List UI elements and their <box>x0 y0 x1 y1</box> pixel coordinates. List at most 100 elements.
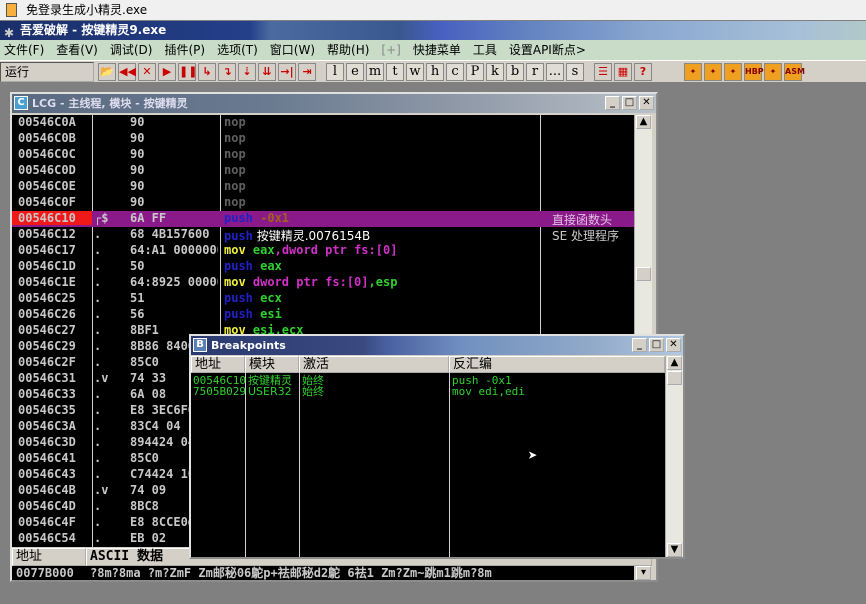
menu-item[interactable]: 插件(P) <box>164 40 205 60</box>
toolbar-window-button[interactable]: s <box>566 62 584 81</box>
disasm-row[interactable]: 00546C10 ┌$ 6A FF push -0x1 直接函数头 <box>12 211 634 227</box>
step-into-button[interactable]: ↳ <box>198 62 216 81</box>
disasm-row[interactable]: 00546C1E . 64:8925 00000000 mov dword ptr … <box>12 275 634 291</box>
run-button[interactable]: ▶ <box>158 62 176 81</box>
menu-item[interactable]: 查看(V) <box>56 40 98 60</box>
close-button[interactable]: ✕ <box>639 96 654 110</box>
disasm-token: 按键精灵.0076154B <box>252 229 371 243</box>
toolbar-window-button[interactable]: t <box>386 62 404 81</box>
close-button[interactable]: ✕ <box>666 338 681 352</box>
menu-item[interactable]: 选项(T) <box>217 40 258 60</box>
menu-item[interactable]: 工具 <box>473 40 497 60</box>
disassembly: push eax <box>224 259 282 273</box>
goto-button[interactable]: ⇥ <box>298 62 316 81</box>
menu-item[interactable]: 帮助(H) <box>327 40 369 60</box>
address: 00546C35 <box>18 403 76 417</box>
jump-marker: . <box>94 275 102 289</box>
close-button[interactable]: ✕ <box>138 62 156 81</box>
breakpoint-row[interactable]: 7505B029 USER32 始终 mov edi,edi <box>191 386 665 397</box>
disassembly: nop <box>224 195 246 209</box>
list-button[interactable]: ☰ <box>594 62 612 81</box>
disasm-row[interactable]: 00546C12 . 68 4B157600 push 按键精灵.0076154B S… <box>12 227 634 243</box>
help-icon: ? <box>639 64 647 78</box>
bp-col-header[interactable]: 地址 <box>191 356 245 373</box>
pause-button[interactable]: ❚❚ <box>178 62 197 81</box>
breakpoints-titlebar[interactable]: B Breakpoints _ □ ✕ <box>191 336 683 355</box>
dump-address: 0077B000 <box>16 566 74 580</box>
hex-dump: 64:8925 00000000 <box>130 275 218 289</box>
plugin-asm-button[interactable]: ASM <box>784 62 805 81</box>
maximize-button[interactable]: □ <box>622 96 637 110</box>
menu-item[interactable]: 文件(F) <box>4 40 44 60</box>
plugin-5-icon[interactable]: ✦ <box>764 62 782 81</box>
menu-item[interactable]: 快捷菜单 <box>413 40 461 60</box>
hex-dump: 90 <box>130 115 145 129</box>
toolbar-window-button[interactable]: b <box>506 62 524 81</box>
disasm-token: eax <box>245 243 275 257</box>
breakpoints-scrollbar[interactable]: ▲ ▼ <box>665 356 683 557</box>
plugin-2-icon[interactable]: ✦ <box>704 62 722 81</box>
trace-into-button[interactable]: ⇣ <box>238 62 256 81</box>
execute-till-return-icon: →| <box>280 64 294 78</box>
restart-button[interactable]: ◀◀ <box>118 62 136 81</box>
toolbar-window-button[interactable]: e <box>346 62 364 81</box>
dump-col-address[interactable]: 地址 <box>12 548 86 566</box>
scroll-up-button[interactable]: ▲ <box>667 356 682 370</box>
minimize-button[interactable]: _ <box>605 96 620 110</box>
bp-col-header[interactable]: 激活 <box>299 356 449 373</box>
step-over-button[interactable]: ↴ <box>218 62 236 81</box>
dump-dropdown-button[interactable]: ▾ <box>636 566 651 580</box>
toolbar-window-button[interactable]: h <box>426 62 444 81</box>
toolbar-window-button[interactable]: r <box>526 62 544 81</box>
help-button[interactable]: ? <box>634 62 652 81</box>
status-field: 运行 <box>0 61 94 82</box>
toolbar-window-button[interactable]: k <box>486 62 504 81</box>
scroll-down-button[interactable]: ▼ <box>667 543 682 557</box>
disasm-token: eax <box>252 259 282 273</box>
dump-row[interactable]: 0077B000 ?8m?8ma ?m?ZmF Zm邮秘06鴕p+祛邮秘d2鴕 … <box>12 566 634 580</box>
bp-col-header[interactable]: 反汇编 <box>449 356 665 373</box>
breakpoints-window: B Breakpoints _ □ ✕ 地址 模块 激活 反汇编 00546C10 按键精灵始… <box>189 334 685 559</box>
scroll-up-button[interactable]: ▲ <box>636 115 651 129</box>
menu-item[interactable]: 设置API断点> <box>509 40 586 60</box>
execute-till-return-button[interactable]: →| <box>278 62 296 81</box>
address: 00546C29 <box>18 339 76 353</box>
disasm-row[interactable]: 00546C0A 90 nop <box>12 115 634 131</box>
toolbar-window-button[interactable]: w <box>406 62 424 81</box>
menu-item[interactable]: 窗口(W) <box>270 40 315 60</box>
plugin-1-icon[interactable]: ✦ <box>684 62 702 81</box>
address: 00546C1E <box>18 275 76 289</box>
disasm-row[interactable]: 00546C0D 90 nop <box>12 163 634 179</box>
plugin-hbp-button[interactable]: HBP <box>744 62 764 81</box>
jump-marker: .v <box>94 483 109 497</box>
open-button[interactable]: 📂 <box>98 62 116 81</box>
scroll-thumb[interactable] <box>636 267 651 281</box>
jump-marker: . <box>94 291 102 305</box>
toolbar-window-button[interactable]: ... <box>546 62 564 81</box>
grid-button[interactable]: ▦ <box>614 62 632 81</box>
menu-item[interactable]: [+] <box>381 40 400 60</box>
menu-item[interactable]: 调试(D) <box>110 40 153 60</box>
jump-marker: . <box>94 227 102 241</box>
toolbar-window-button[interactable]: c <box>446 62 464 81</box>
jump-marker: . <box>94 451 102 465</box>
scroll-thumb[interactable] <box>667 371 682 385</box>
cpu-window-titlebar[interactable]: C LCG - 主线程, 模块 - 按键精灵 _ □ ✕ <box>12 94 656 113</box>
bp-col-header[interactable]: 模块 <box>245 356 299 373</box>
toolbar-window-button[interactable]: m <box>366 62 384 81</box>
plugin-3-icon[interactable]: ✦ <box>724 62 742 81</box>
disasm-row[interactable]: 00546C17 . 64:A1 00000000 mov eax,dword pt… <box>12 243 634 259</box>
disasm-row[interactable]: 00546C1D . 50 push eax <box>12 259 634 275</box>
disasm-row[interactable]: 00546C25 . 51 push ecx <box>12 291 634 307</box>
breakpoints-list[interactable]: 00546C10 按键精灵 始终 push -0x1 7505B029 USER32 始终 m… <box>191 373 665 557</box>
maximize-button[interactable]: □ <box>649 338 664 352</box>
disasm-row[interactable]: 00546C0F 90 nop <box>12 195 634 211</box>
minimize-button[interactable]: _ <box>632 338 647 352</box>
toolbar-window-button[interactable]: P <box>466 62 484 81</box>
disasm-row[interactable]: 00546C0E 90 nop <box>12 179 634 195</box>
trace-over-button[interactable]: ⇊ <box>258 62 276 81</box>
disasm-row[interactable]: 00546C26 . 56 push esi <box>12 307 634 323</box>
disasm-row[interactable]: 00546C0C 90 nop <box>12 147 634 163</box>
disasm-row[interactable]: 00546C0B 90 nop <box>12 131 634 147</box>
toolbar-window-button[interactable]: l <box>326 62 344 81</box>
